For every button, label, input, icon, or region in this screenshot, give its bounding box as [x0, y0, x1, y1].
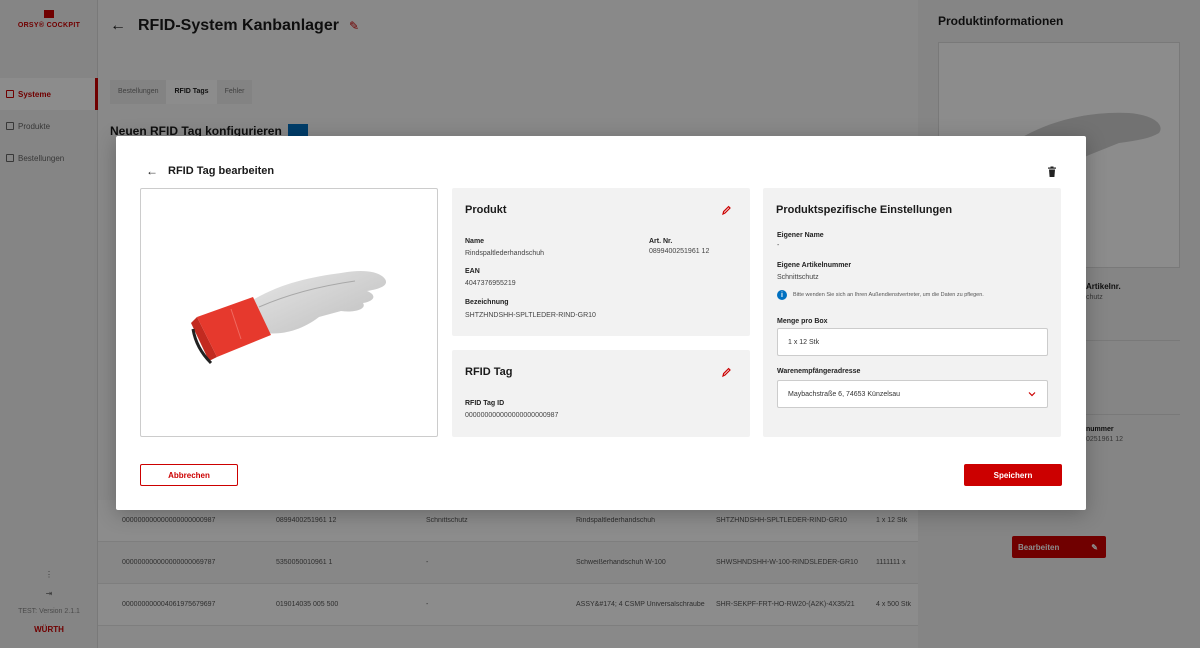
info-note: i Bitte wenden Sie sich an Ihren Außendi…	[777, 290, 984, 300]
edit-rfid-modal: ← RFID Tag bearbeiten Produkt Name Rinds…	[116, 136, 1086, 510]
product-name-label: Name	[465, 238, 485, 245]
menge-input-value: 1 x 12 Stk	[788, 338, 820, 346]
product-bez-label: Bezeichnung	[465, 299, 509, 306]
own-artnr-value: Schnittschutz	[777, 274, 819, 281]
info-icon: i	[777, 290, 787, 300]
product-card-title: Produkt	[465, 204, 507, 216]
save-button[interactable]: Speichern	[964, 464, 1062, 486]
own-artnr-label: Eigene Artikelnummer	[777, 262, 852, 269]
rfid-card-title: RFID Tag	[465, 366, 513, 378]
rfid-card: RFID Tag RFID Tag ID 0000000000000000000…	[452, 350, 750, 437]
trash-icon[interactable]	[1046, 166, 1058, 178]
product-artnr-label: Art. Nr.	[649, 238, 673, 245]
modal-title: RFID Tag bearbeiten	[168, 165, 275, 177]
menge-input[interactable]: 1 x 12 Stk	[777, 328, 1048, 356]
edit-product-pencil-icon[interactable]	[720, 204, 732, 216]
product-name-value: Rindspaltlederhandschuh	[465, 250, 544, 257]
edit-rfid-pencil-icon[interactable]	[720, 366, 732, 378]
own-name-label: Eigener Name	[777, 232, 824, 239]
cancel-button[interactable]: Abbrechen	[140, 464, 238, 486]
product-artnr-value: 0899400251961 12	[649, 248, 710, 255]
rfid-id-value: 000000000000000000000987	[465, 412, 559, 419]
address-select-value: Maybachstraße 6, 74653 Künzelsau	[788, 390, 901, 398]
modal-header: ← RFID Tag bearbeiten	[146, 164, 274, 178]
rfid-id-label: RFID Tag ID	[465, 400, 505, 407]
product-image	[140, 188, 438, 437]
product-ean-value: 4047376955219	[465, 280, 516, 287]
info-text: Bitte wenden Sie sich an Ihren Außendien…	[793, 292, 984, 298]
product-bez-value: SHTZHNDSHH-SPLTLEDER-RIND-GR10	[465, 312, 596, 319]
settings-card: Produktspezifische Einstellungen Eigener…	[763, 188, 1061, 437]
menge-label: Menge pro Box	[777, 318, 828, 325]
address-label: Warenempfängeradresse	[777, 368, 861, 375]
glove-image-icon	[191, 271, 387, 365]
chevron-down-icon	[1028, 392, 1036, 397]
product-card: Produkt Name Rindspaltlederhandschuh Art…	[452, 188, 750, 336]
own-name-value: -	[777, 242, 780, 249]
settings-card-title: Produktspezifische Einstellungen	[776, 204, 953, 216]
back-arrow-icon[interactable]: ←	[146, 164, 158, 178]
address-select[interactable]: Maybachstraße 6, 74653 Künzelsau	[777, 380, 1048, 408]
product-ean-label: EAN	[465, 268, 480, 275]
